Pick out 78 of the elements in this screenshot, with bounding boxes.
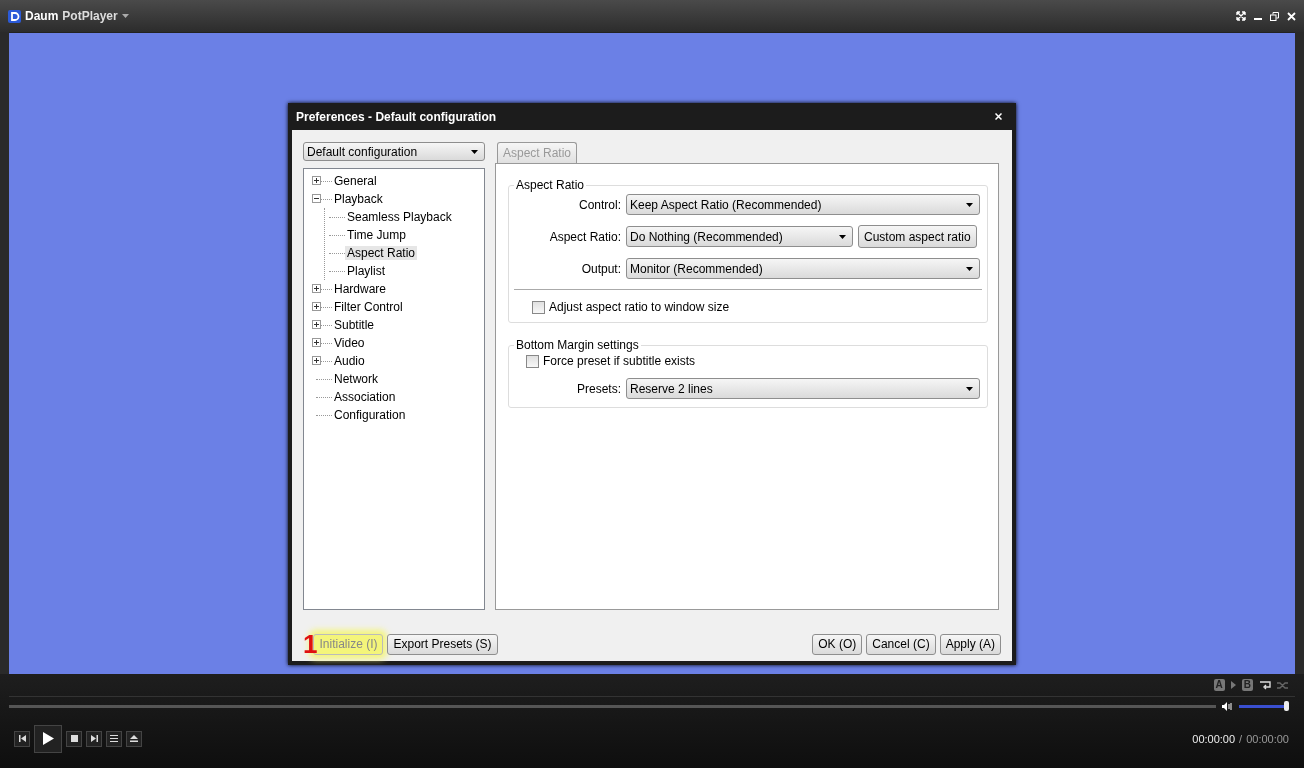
group-title: Aspect Ratio — [515, 178, 586, 192]
app-title: Daum — [25, 9, 59, 23]
seek-bar[interactable] — [9, 704, 1216, 708]
stop-button[interactable] — [66, 730, 82, 747]
dialog-title: Preferences - Default configuration — [296, 109, 497, 124]
caret-icon — [471, 149, 478, 154]
eject-icon — [130, 735, 138, 742]
option-dropdown[interactable]: Keep Aspect Ratio (Recommended) — [626, 194, 980, 215]
collapse-icon[interactable] — [312, 194, 321, 203]
total-time: 00:00:00 — [1246, 732, 1289, 745]
volume-icon[interactable] — [1222, 701, 1233, 711]
app-title: PotPlayer — [62, 9, 118, 23]
dialog-button[interactable]: Cancel (C) — [866, 633, 936, 655]
expand-icon[interactable] — [312, 356, 321, 365]
play-icon — [42, 732, 54, 745]
caret-icon — [839, 234, 846, 239]
next-icon — [90, 735, 98, 742]
option-dropdown[interactable]: Monitor (Recommended) — [626, 258, 980, 279]
dialog-button[interactable]: Export Presets (S) — [387, 633, 498, 655]
close-icon[interactable] — [995, 113, 1002, 120]
caret-icon — [966, 202, 973, 207]
expand-icon[interactable] — [312, 338, 321, 347]
tree-item[interactable]: Hardware — [332, 282, 389, 296]
tree-item[interactable]: Configuration — [332, 408, 408, 422]
tree-item[interactable]: Playback — [332, 192, 385, 206]
tree-item[interactable]: Audio — [332, 354, 367, 368]
tree-item[interactable]: General — [332, 174, 379, 188]
app-logo-icon — [8, 9, 21, 23]
time-separator: / — [1239, 732, 1243, 745]
configuration-dropdown[interactable]: Default configuration — [303, 142, 485, 161]
repeat-icon[interactable] — [1259, 680, 1271, 690]
checkbox-label: Adjust aspect ratio to window size — [549, 300, 730, 314]
tree-item[interactable]: Aspect Ratio — [345, 246, 418, 260]
fullscreen-icon[interactable] — [1236, 11, 1246, 21]
volume-slider[interactable] — [1239, 704, 1289, 708]
eject-button[interactable] — [126, 730, 142, 747]
ab-repeat-key[interactable]: B — [1241, 679, 1253, 691]
restore-icon[interactable] — [1270, 11, 1279, 21]
group-title: Bottom Margin settings — [515, 338, 640, 352]
playlist-button[interactable] — [106, 730, 122, 747]
custom-ratio-button[interactable]: Custom aspect ratio — [858, 225, 977, 248]
shuffle-icon[interactable] — [1277, 680, 1289, 690]
caret-icon — [966, 266, 973, 271]
current-time: 00:00:00 — [1192, 732, 1236, 745]
play-button[interactable] — [34, 724, 62, 753]
checkbox[interactable] — [526, 354, 539, 368]
tree-item[interactable]: Association — [332, 390, 398, 404]
ab-repeat-key[interactable]: A — [1213, 679, 1225, 691]
list-icon — [110, 735, 118, 742]
expand-icon[interactable] — [312, 302, 321, 311]
close-icon[interactable] — [1287, 11, 1296, 21]
tree-item[interactable]: Time Jump — [345, 228, 408, 242]
tree-item[interactable]: Video — [332, 336, 367, 350]
previous-button[interactable] — [14, 730, 30, 747]
next-button[interactable] — [86, 730, 102, 747]
dialog-button[interactable]: Apply (A) — [939, 633, 1001, 655]
previous-icon — [18, 735, 26, 742]
checkbox-label: Force preset if subtitle exists — [543, 354, 696, 368]
checkbox[interactable] — [532, 300, 545, 314]
tree-item[interactable]: Seamless Playback — [345, 210, 454, 224]
field-label: Presets: — [576, 381, 621, 396]
tree-item[interactable]: Playlist — [345, 264, 387, 278]
option-dropdown[interactable]: Do Nothing (Recommended) — [626, 226, 853, 247]
tree-item[interactable]: Network — [332, 372, 380, 386]
expand-icon[interactable] — [312, 320, 321, 329]
option-dropdown[interactable]: Reserve 2 lines — [626, 378, 980, 399]
field-label: Aspect Ratio: — [548, 229, 621, 244]
field-label: Output: — [580, 261, 621, 276]
tree-item[interactable]: Subtitle — [332, 318, 377, 332]
caret-icon — [121, 14, 129, 18]
expand-icon[interactable] — [312, 176, 321, 185]
arrow-right-icon — [1230, 681, 1236, 689]
expand-icon[interactable] — [312, 284, 321, 293]
tree-item[interactable]: Filter Control — [332, 300, 405, 314]
caret-icon — [966, 386, 973, 391]
dialog-button[interactable]: OK (O) — [812, 633, 863, 655]
field-label: Control: — [577, 197, 621, 212]
stop-icon — [70, 735, 78, 742]
